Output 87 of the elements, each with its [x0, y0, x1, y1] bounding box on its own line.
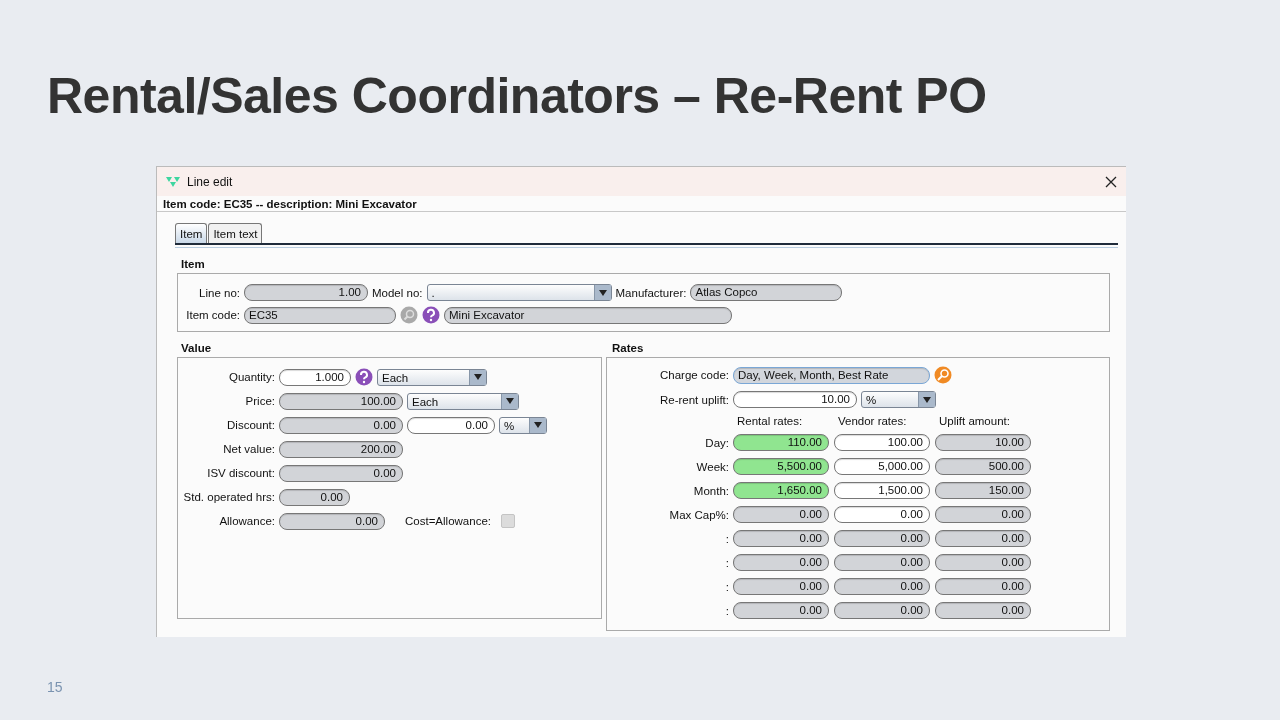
input-field[interactable]: Mini Excavator: [444, 306, 732, 324]
caret-icon: [923, 396, 931, 403]
input-field[interactable]: 0.00: [279, 488, 350, 506]
checkbox[interactable]: [501, 514, 515, 528]
field-label: Max Cap%:: [668, 508, 730, 521]
field-label: :: [724, 556, 730, 569]
field-label: Day:: [704, 436, 730, 449]
input-field[interactable]: 1,500.00: [834, 482, 930, 499]
input-field[interactable]: EC35: [244, 306, 396, 324]
tab[interactable]: Item text: [208, 223, 263, 243]
input-field[interactable]: 10.00: [733, 391, 857, 408]
page-number: 15: [47, 679, 63, 695]
input-field[interactable]: 10.00: [935, 434, 1031, 451]
input-field[interactable]: 1,650.00: [733, 482, 829, 499]
input-field[interactable]: 0.00: [834, 578, 930, 595]
input-field[interactable]: 0.00: [935, 554, 1031, 571]
input-field[interactable]: 100.00: [279, 392, 403, 410]
dropdown[interactable]: .: [426, 284, 612, 301]
input-field[interactable]: 0.00: [279, 512, 385, 530]
input-field[interactable]: 0.00: [407, 416, 495, 434]
input-field[interactable]: 0.00: [733, 506, 829, 523]
field-label: Net value:: [222, 443, 275, 455]
field-label: Line no:: [198, 286, 240, 299]
help-icon[interactable]: [355, 368, 373, 386]
app-logo-icon: [165, 175, 181, 188]
field-label: Charge code:: [658, 369, 730, 381]
section-title: Rates: [611, 341, 645, 356]
input-field[interactable]: 100.00: [834, 434, 930, 451]
input-field[interactable]: 0.00: [834, 506, 930, 523]
close-icon[interactable]: [1105, 175, 1117, 188]
tab[interactable]: Item: [175, 223, 208, 243]
input-field[interactable]: 0.00: [834, 602, 930, 619]
caret-icon: [474, 374, 482, 380]
help-icon[interactable]: [422, 306, 440, 324]
caret-icon: [598, 289, 607, 296]
field-label: :: [724, 532, 730, 545]
column-header: Vendor rates:: [837, 415, 908, 427]
caret-icon: [534, 422, 542, 428]
field-label: Month:: [692, 484, 730, 497]
field-label: Discount:: [226, 419, 275, 431]
input-field[interactable]: 0.00: [834, 530, 930, 547]
input-field[interactable]: 5,500.00: [733, 458, 829, 475]
input-field[interactable]: 0.00: [935, 602, 1031, 619]
input-field[interactable]: 0.00: [733, 602, 829, 619]
input-field[interactable]: 110.00: [733, 434, 829, 451]
item-header: Item code: EC35 -- description: Mini Excavator: [157, 196, 1126, 212]
input-field[interactable]: 0.00: [279, 416, 403, 434]
input-field[interactable]: Atlas Copco: [690, 284, 843, 301]
column-header: Uplift amount:: [938, 415, 1011, 427]
field-label: Model no:: [372, 286, 423, 299]
input-field[interactable]: 0.00: [733, 554, 829, 571]
input-field[interactable]: 1.00: [244, 284, 368, 301]
section-title: Item: [180, 257, 206, 272]
field-label: Allowance:: [218, 515, 275, 527]
slide-title: Rental/Sales Coordinators – Re-Rent PO: [47, 67, 987, 126]
input-field[interactable]: 0.00: [935, 578, 1031, 595]
section-title: Value: [180, 341, 213, 356]
dropdown[interactable]: Each: [407, 392, 519, 410]
input-field[interactable]: 0.00: [834, 554, 930, 571]
input-field[interactable]: 5,000.00: [834, 458, 930, 475]
field-label: Manufacturer:: [615, 286, 687, 299]
field-label: Price:: [244, 395, 275, 407]
field-label: Re-rent uplift:: [658, 393, 730, 406]
input-field[interactable]: 0.00: [935, 530, 1031, 547]
input-field[interactable]: Day, Week, Month, Best Rate: [733, 366, 930, 384]
input-field[interactable]: 0.00: [935, 506, 1031, 523]
input-field[interactable]: 0.00: [279, 464, 403, 482]
input-field[interactable]: 200.00: [279, 440, 403, 458]
input-field[interactable]: 500.00: [935, 458, 1031, 475]
input-field[interactable]: 1.000: [279, 368, 351, 386]
dropdown[interactable]: Each: [377, 368, 487, 386]
field-label: Week:: [695, 460, 730, 473]
field-label: Cost=Allowance:: [405, 515, 491, 527]
field-label: ISV discount:: [206, 467, 275, 479]
column-header: Rental rates:: [736, 415, 804, 427]
dropdown[interactable]: %: [861, 391, 936, 408]
field-label: Quantity:: [227, 371, 275, 383]
field-label: Item code:: [185, 309, 240, 321]
window-title: Line edit: [187, 174, 234, 189]
field-label: Std. operated hrs:: [182, 491, 275, 503]
field-label: :: [724, 580, 730, 593]
input-field[interactable]: 0.00: [733, 530, 829, 547]
input-field[interactable]: 0.00: [733, 578, 829, 595]
caret-icon: [506, 398, 514, 404]
dropdown[interactable]: %: [499, 416, 547, 434]
input-field[interactable]: 150.00: [935, 482, 1031, 499]
field-label: :: [724, 604, 730, 617]
